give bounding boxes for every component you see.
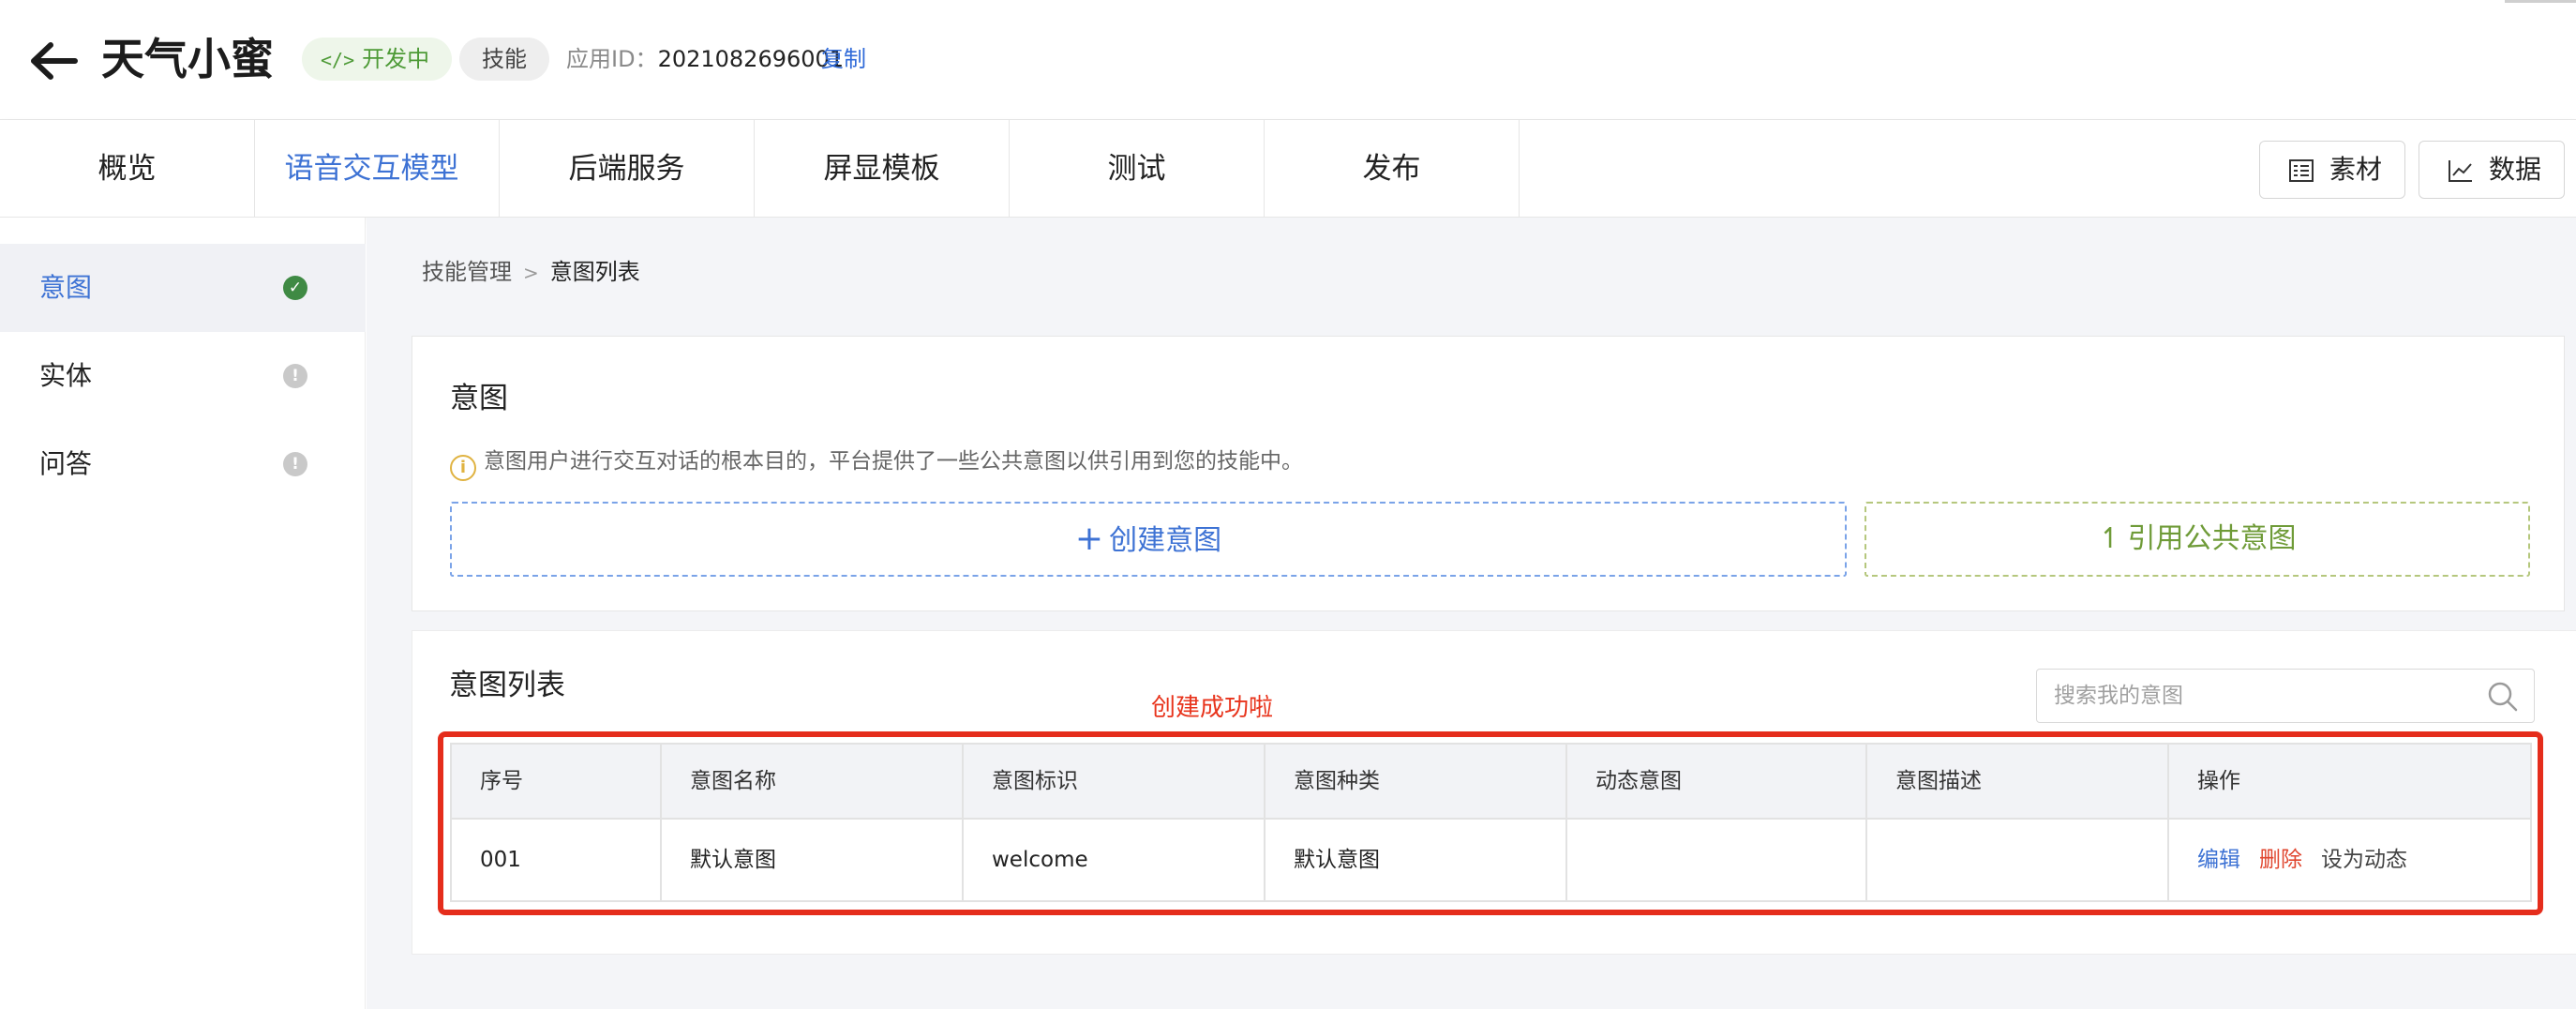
sidebar-item-label: 意图 <box>39 272 93 303</box>
data-button-label: 数据 <box>2489 154 2542 185</box>
tab-overview[interactable]: 概览 <box>0 120 255 218</box>
breadcrumb: 技能管理 > 意图列表 <box>422 257 640 288</box>
tab-backend-service[interactable]: 后端服务 <box>500 120 755 218</box>
column-header-index: 序号 <box>452 745 662 818</box>
create-intent-button[interactable]: + 创建意图 <box>450 502 1847 577</box>
breadcrumb-item-current: 意图列表 <box>549 259 640 285</box>
app-id: 应用ID：2021082696001 <box>566 38 844 81</box>
sidebar-item-qa[interactable]: 问答 ! <box>0 420 366 508</box>
cell-actions: 编辑 删除 设为动态 <box>2169 820 2530 900</box>
set-dynamic-link[interactable]: 设为动态 <box>2321 848 2407 872</box>
table-row: 001 默认意图 welcome 默认意图 编辑 删除 设为动态 <box>452 820 2530 900</box>
intent-info-text: i 意图用户进行交互对话的根本目的，平台提供了一些公共意图以供引用到您的技能中。 <box>450 445 1303 481</box>
window-edge-mark <box>2505 0 2576 3</box>
intent-info-label: 意图用户进行交互对话的根本目的，平台提供了一些公共意图以供引用到您的技能中。 <box>484 449 1303 474</box>
back-arrow-icon[interactable] <box>28 38 81 84</box>
copy-id-link[interactable]: 复制 <box>821 38 866 81</box>
tab-publish[interactable]: 发布 <box>1265 120 1520 218</box>
info-icon: i <box>450 455 476 481</box>
intent-list-title: 意图列表 <box>449 669 565 702</box>
info-circle-icon: ! <box>283 452 307 476</box>
intent-intro-card: 意图 i 意图用户进行交互对话的根本目的，平台提供了一些公共意图以供引用到您的技能… <box>412 336 2565 611</box>
column-header-identifier: 意图标识 <box>964 745 1266 818</box>
sidebar-item-intent[interactable]: 意图 ✓ <box>0 244 366 332</box>
sidebar-item-label: 问答 <box>39 448 93 479</box>
cell-name: 默认意图 <box>662 820 964 900</box>
intent-card-title: 意图 <box>450 382 508 415</box>
search-input[interactable] <box>2054 670 2466 722</box>
tab-test[interactable]: 测试 <box>1010 120 1265 218</box>
sidebar: 意图 ✓ 实体 ! 问答 ! <box>0 218 366 1009</box>
search-box <box>2036 669 2535 723</box>
type-badge: 技能 <box>459 38 549 81</box>
code-icon: </> <box>321 49 355 71</box>
column-header-name: 意图名称 <box>662 745 964 818</box>
tab-screen-template[interactable]: 屏显模板 <box>755 120 1010 218</box>
search-icon[interactable] <box>2487 681 2519 713</box>
plus-icon: + <box>1074 520 1104 558</box>
app-header: 天气小蜜 </> 开发中 技能 应用ID：2021082696001 复制 <box>0 0 2576 120</box>
success-annotation: 创建成功啦 <box>1151 694 1274 722</box>
table-header: 序号 意图名称 意图标识 意图种类 动态意图 意图描述 操作 <box>452 745 2530 820</box>
delete-link[interactable]: 删除 <box>2259 848 2302 872</box>
sidebar-item-entity[interactable]: 实体 ! <box>0 332 366 420</box>
column-header-kind: 意图种类 <box>1266 745 1567 818</box>
breadcrumb-item-skill-management[interactable]: 技能管理 <box>422 259 512 285</box>
sidebar-item-label: 实体 <box>39 360 93 391</box>
reference-public-intent-label: 引用公共意图 <box>2127 522 2297 555</box>
info-circle-icon: ! <box>283 364 307 388</box>
tab-voice-interaction-model[interactable]: 语音交互模型 <box>245 120 500 218</box>
create-intent-label: 创建意图 <box>1109 524 1222 557</box>
material-button[interactable]: 素材 <box>2259 141 2405 199</box>
material-icon <box>2289 159 2314 182</box>
material-button-label: 素材 <box>2329 154 2383 185</box>
status-badge: </> 开发中 <box>302 38 453 81</box>
chevron-right-icon: > <box>523 262 539 284</box>
cell-index: 001 <box>452 820 662 900</box>
status-badge-label: 开发中 <box>362 46 430 72</box>
column-header-actions: 操作 <box>2197 769 2240 793</box>
line-chart-icon <box>2449 160 2472 182</box>
column-header-description: 意图描述 <box>1867 745 2169 818</box>
app-id-value: 2021082696001 <box>657 46 845 72</box>
app-id-label: 应用ID： <box>566 46 658 72</box>
cell-description <box>1867 820 2169 900</box>
column-header-dynamic: 动态意图 <box>1567 745 1867 818</box>
edit-link[interactable]: 编辑 <box>2197 848 2240 872</box>
reference-arrow-icon: ↿ <box>2098 522 2122 555</box>
main-tabbar: 概览 语音交互模型 后端服务 屏显模板 测试 发布 素材 数据 <box>0 120 2576 218</box>
intent-table: 序号 意图名称 意图标识 意图种类 动态意图 意图描述 操作 001 默认意图 … <box>450 743 2532 902</box>
cell-kind: 默认意图 <box>1266 820 1567 900</box>
cell-dynamic <box>1567 820 1867 900</box>
reference-public-intent-button[interactable]: ↿ 引用公共意图 <box>1865 502 2530 577</box>
data-button[interactable]: 数据 <box>2419 141 2565 199</box>
check-circle-icon: ✓ <box>283 276 307 300</box>
app-title: 天气小蜜 <box>101 34 274 84</box>
cell-identifier: welcome <box>964 820 1266 900</box>
